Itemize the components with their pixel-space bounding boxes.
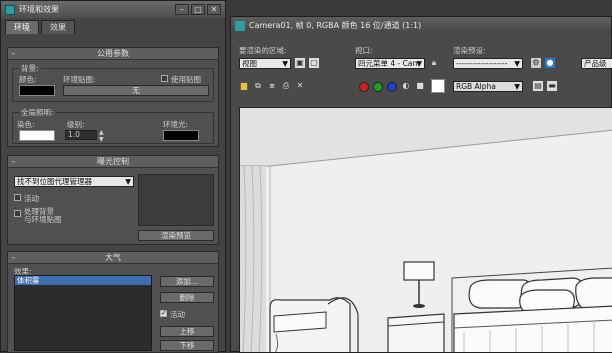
global-lighting-label: 全局照明: — [19, 107, 56, 118]
env-tabs: 环境 效果 — [1, 18, 225, 34]
chevron-down-icon: ▼ — [514, 82, 520, 91]
use-map-checkbox[interactable] — [161, 75, 168, 82]
edit-region-icon[interactable]: ▣ — [295, 58, 305, 68]
tab-environment[interactable]: 环境 — [5, 20, 39, 34]
move-up-button[interactable]: 上移 — [160, 326, 214, 337]
chevron-down-icon: ▼ — [282, 59, 288, 68]
print-icon[interactable]: ⎙ — [281, 81, 291, 91]
use-map-label: 使用贴图 — [171, 75, 201, 84]
exposure-control-header[interactable]: - 曝光控制 — [8, 156, 218, 168]
env-rollouts: - 公用参数 背景: 颜色: 环境贴图: 使用贴图 无 全局照明: 染色: 级别:… — [7, 37, 219, 353]
swatch-color[interactable] — [431, 79, 445, 93]
product-dropdown-value: 产品级 — [584, 59, 607, 68]
render-setup-icon[interactable]: ⚙ — [531, 58, 541, 68]
preset-label: 渲染预设: — [453, 46, 486, 55]
viewport-dropdown-value: 四元菜单 4 - Can — [358, 59, 418, 68]
common-parameters-rollout: - 公用参数 背景: 颜色: 环境贴图: 使用贴图 无 全局照明: 染色: 级别:… — [7, 47, 219, 147]
environment-effects-window: 环境和效果 – □ ✕ 环境 效果 - 公用参数 背景: 颜色: 环境贴图: 使用… — [0, 0, 226, 353]
rendered-frame-window: Camera01, 帧 0, RGBA 颜色 16 位/通道 (1:1) 要渲染… — [230, 16, 612, 353]
atmosphere-active-label: 活动 — [170, 310, 185, 319]
environment-icon[interactable]: ● — [545, 58, 555, 68]
monochrome-icon[interactable]: ■ — [415, 81, 425, 91]
common-parameters-header[interactable]: - 公用参数 — [8, 48, 218, 60]
exposure-dropdown[interactable]: 找不到位图代理管理器 ▼ — [14, 176, 134, 187]
chevron-down-icon: ▼ — [416, 59, 422, 68]
bedroom-render-image — [240, 108, 612, 352]
ambient-label: 环境光: — [163, 120, 189, 129]
render-preview-button[interactable]: 渲染预览 — [138, 230, 214, 241]
app-icon — [5, 4, 15, 15]
frame-toolbar-top: 要渲染的区域: 视图 ▼ ▣ ▢ 视口: 四元菜单 4 - Can ▼ 🔒︎ 渲染预… — [231, 45, 612, 71]
background-group: 背景: 颜色: 环境贴图: 使用贴图 无 — [12, 63, 214, 102]
lock-icon[interactable]: 🔒︎ — [429, 58, 439, 68]
atmosphere-active-checkbox[interactable]: ✓ — [160, 310, 167, 317]
process-bg-label-2: 与环境贴图 — [24, 215, 62, 224]
move-down-button[interactable]: 下移 — [160, 340, 214, 351]
maximize-button[interactable]: □ — [191, 4, 205, 15]
area-label: 要渲染的区域: — [239, 46, 287, 55]
save-image-icon[interactable]: ▆ — [239, 81, 249, 91]
exposure-active-label: 活动 — [24, 194, 39, 203]
red-channel-icon[interactable] — [359, 82, 369, 92]
background-group-label: 背景: — [19, 63, 41, 74]
exposure-preview-area — [138, 174, 214, 226]
global-lighting-group: 全局照明: 染色: 级别: 1.0 ▲ ▼ 环境光: — [12, 107, 214, 144]
atmosphere-header[interactable]: - 大气 — [8, 252, 218, 264]
toggle-ui-overlay-icon[interactable]: ▤ — [533, 81, 543, 91]
process-bg-checkbox[interactable] — [14, 210, 21, 217]
env-map-button[interactable]: 无 — [63, 85, 209, 96]
rendered-image — [239, 107, 612, 353]
viewport-dropdown[interactable]: 四元菜单 4 - Can ▼ — [355, 58, 425, 69]
level-input[interactable]: 1.0 — [65, 130, 97, 140]
effect-list-item[interactable]: 体积雾 — [15, 276, 151, 285]
auto-region-icon[interactable]: ▢ — [309, 58, 319, 68]
clone-frame-icon[interactable]: ⧈ — [267, 81, 277, 91]
tint-color-swatch[interactable] — [19, 130, 55, 141]
copy-image-icon[interactable]: ⧉ — [253, 81, 263, 91]
clear-icon[interactable]: ✕ — [295, 81, 305, 91]
exposure-dropdown-value: 找不到位图代理管理器 — [17, 177, 92, 186]
area-dropdown[interactable]: 视图 ▼ — [239, 58, 291, 69]
preset-dropdown[interactable]: ------------------- ▼ — [453, 58, 523, 69]
atmosphere-rollout: - 大气 效果: 体积雾 添加... 删除 ✓ 活动 上移 下移 — [7, 251, 219, 353]
level-label: 级别: — [67, 120, 85, 129]
chevron-down-icon: ▼ — [125, 177, 131, 186]
bg-color-label: 颜色: — [19, 75, 37, 84]
delete-effect-button[interactable]: 删除 — [160, 292, 214, 303]
env-window-title: 环境和效果 — [19, 5, 59, 14]
add-effect-button[interactable]: 添加... — [160, 276, 214, 287]
exposure-control-rollout: - 曝光控制 找不到位图代理管理器 ▼ 活动 处理背景 与环境贴图 渲染预览 — [7, 155, 219, 245]
viewport-label: 视口: — [355, 46, 373, 55]
tab-effects[interactable]: 效果 — [41, 20, 75, 34]
channel-dropdown[interactable]: RGB Alpha ▼ — [453, 81, 523, 92]
frame-window-title: Camera01, 帧 0, RGBA 颜色 16 位/通道 (1:1) — [249, 21, 422, 30]
preset-dropdown-value: ------------------- — [456, 59, 508, 68]
level-spinner[interactable]: ▲ ▼ — [99, 129, 104, 143]
alpha-channel-icon[interactable]: ◐ — [401, 81, 411, 91]
chevron-down-icon: ▼ — [514, 59, 520, 68]
env-map-label: 环境贴图: — [63, 75, 96, 84]
exposure-active-checkbox[interactable] — [14, 194, 21, 201]
effects-listbox[interactable]: 体积雾 — [14, 275, 152, 351]
frame-titlebar[interactable]: Camera01, 帧 0, RGBA 颜色 16 位/通道 (1:1) — [231, 17, 611, 34]
frame-toolbar-bottom: ▆ ⧉ ⧈ ⎙ ✕ ◐ ■ RGB Alpha ▼ ▤ ▬ — [231, 79, 612, 93]
channel-dropdown-value: RGB Alpha — [456, 82, 496, 91]
toggle-ui-icon[interactable]: ▬ — [547, 81, 557, 91]
ambient-color-swatch[interactable] — [163, 130, 199, 141]
product-dropdown[interactable]: 产品级 — [581, 58, 612, 69]
blue-channel-icon[interactable] — [387, 82, 397, 92]
env-titlebar[interactable]: 环境和效果 – □ ✕ — [1, 1, 225, 18]
green-channel-icon[interactable] — [373, 82, 383, 92]
close-button[interactable]: ✕ — [207, 4, 221, 15]
minimize-button[interactable]: – — [175, 4, 189, 15]
frame-app-icon — [235, 20, 245, 31]
bg-color-swatch[interactable] — [19, 85, 55, 96]
area-dropdown-value: 视图 — [242, 59, 257, 68]
tint-label: 染色: — [17, 120, 35, 129]
